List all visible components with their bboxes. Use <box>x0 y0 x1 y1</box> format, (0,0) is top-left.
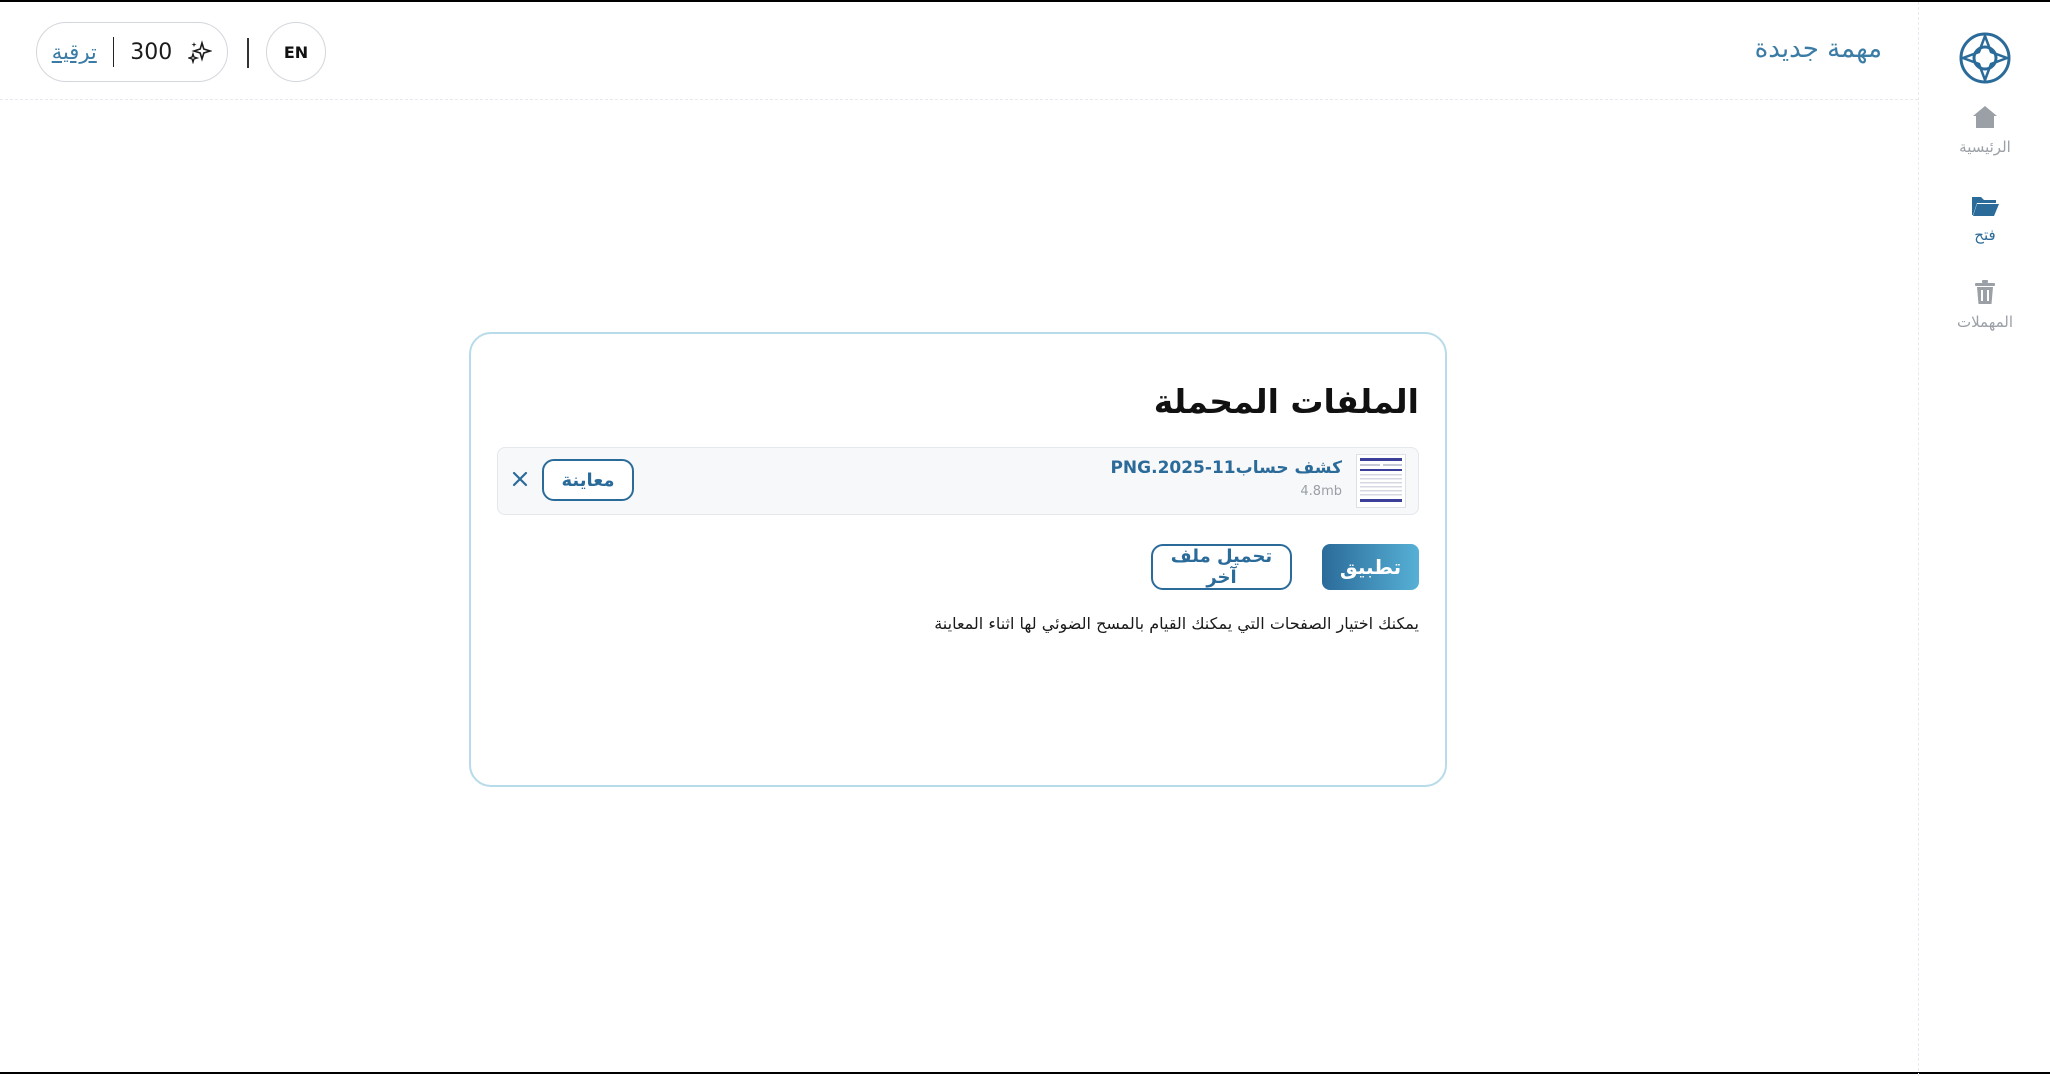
file-name: كشف حساب11-PNG.2025 <box>1110 458 1342 478</box>
sidebar-item-trash[interactable]: المهملات <box>1919 277 2050 331</box>
preview-button[interactable]: معاينة <box>542 459 634 501</box>
sidebar-item-label: فتح <box>1974 226 1996 244</box>
card-title: الملفات المحملة <box>1153 382 1419 421</box>
sidebar-item-open[interactable]: فتح <box>1919 190 2050 244</box>
document-thumbnail-icon <box>1357 455 1405 507</box>
language-toggle-button[interactable]: EN <box>266 22 326 82</box>
file-size: 4.8mb <box>1300 484 1342 499</box>
divider <box>247 38 249 68</box>
hint-text: يمكنك اختيار الصفحات التي يمكنك القيام ب… <box>934 614 1419 633</box>
divider <box>112 37 115 67</box>
upload-another-file-button[interactable]: تحميل ملف آخر <box>1151 544 1292 590</box>
close-icon[interactable] <box>510 469 530 489</box>
credits-pill: ترقية 300 <box>36 22 228 82</box>
credits-count: 300 <box>130 39 173 65</box>
logo-icon[interactable] <box>1959 32 2011 84</box>
folder-open-icon <box>1972 197 1999 216</box>
sparkle-icon <box>188 40 213 64</box>
trash-icon <box>1975 280 1995 304</box>
sidebar-item-home[interactable]: الرئيسية <box>1919 102 2050 156</box>
file-row: كشف حساب11-PNG.2025 4.8mb معاينة <box>497 447 1419 515</box>
home-icon <box>1973 106 1997 128</box>
sidebar: الرئيسية فتح المهملات <box>1918 2 2050 1076</box>
upgrade-link[interactable]: ترقية <box>52 40 97 64</box>
header: مهمة جديدة ترقية 300 EN <box>0 2 1918 100</box>
sidebar-item-label: الرئيسية <box>1959 138 2011 156</box>
apply-button[interactable]: تطبيق <box>1322 544 1419 590</box>
page-title: مهمة جديدة <box>1754 34 1882 64</box>
file-thumbnail[interactable] <box>1356 454 1406 508</box>
sidebar-item-label: المهملات <box>1956 313 2014 331</box>
uploaded-files-card: الملفات المحملة كشف حساب11-PNG.2025 4.8m… <box>469 332 1447 787</box>
